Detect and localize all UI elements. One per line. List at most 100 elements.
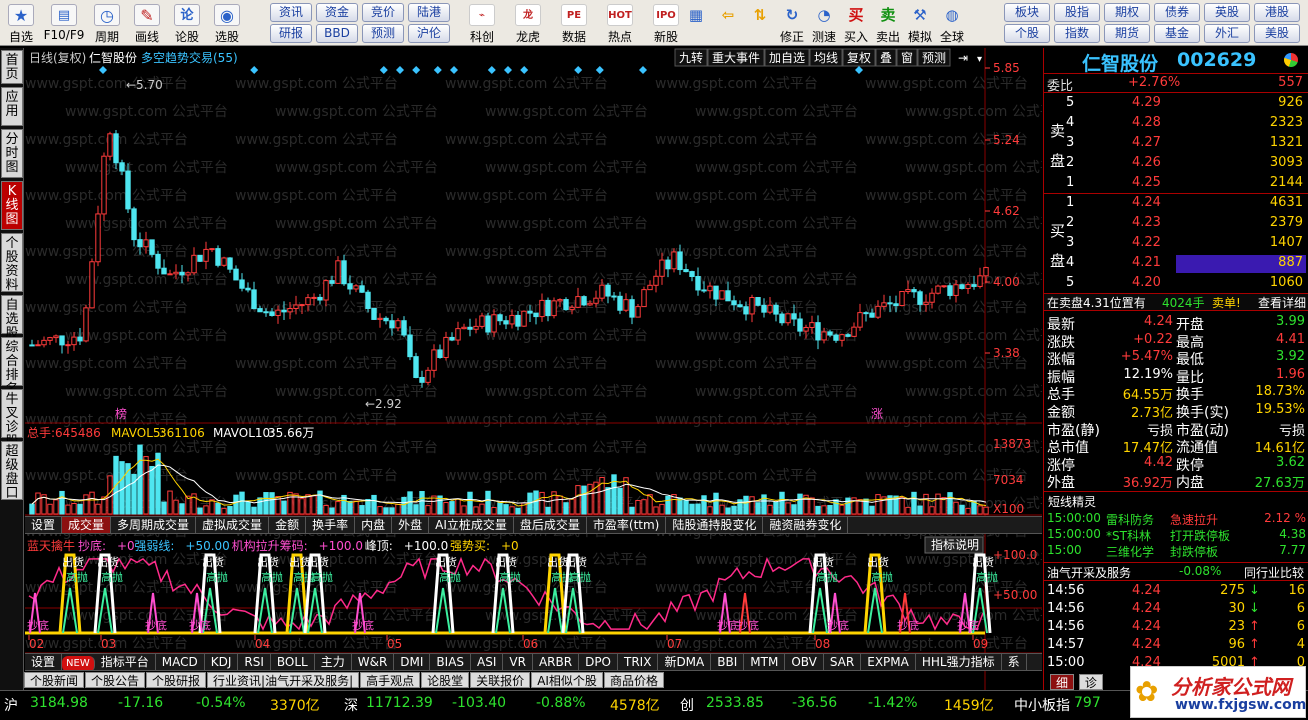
ind-tab-14[interactable]: DPO [579, 654, 618, 670]
book-price[interactable]: 4.25 [1132, 175, 1161, 190]
market-button-9[interactable]: 基金 [1154, 24, 1200, 43]
toolbar-fix-button[interactable]: ↻ 修正 [776, 2, 808, 44]
market-button-2[interactable]: 期权 [1104, 3, 1150, 22]
toolbar-sell-button[interactable]: 卖卖出 [872, 2, 904, 44]
news-tab-7[interactable]: AI相似个股 [531, 672, 603, 688]
book-price[interactable]: 4.29 [1132, 95, 1161, 110]
ind-tab-3[interactable]: MACD [156, 654, 205, 670]
vol-tab-12[interactable]: 融资融券变化 [763, 517, 849, 533]
toolbar-kechuang-button[interactable]: ⌁ 科创 [462, 2, 502, 44]
quick-button-7[interactable]: 沪伦 [408, 24, 450, 43]
news-tab-1[interactable]: 个股公告 [85, 672, 146, 688]
ind-tab-2[interactable]: 指标平台 [95, 654, 156, 670]
vol-tab-1[interactable]: 成交量 [62, 517, 112, 533]
ind-tab-22[interactable]: HHL强力指标 [916, 654, 1002, 670]
toolbar-pencil-button[interactable]: ✎ 画线 [128, 2, 166, 44]
toolbar-star-button[interactable]: ★ 自选 [2, 2, 40, 44]
ind-tab-9[interactable]: DMI [394, 654, 431, 670]
book-price[interactable]: 4.24 [1132, 195, 1161, 210]
ind-tab-8[interactable]: W&R [352, 654, 395, 670]
toolbar-talk-button[interactable]: 论论股 [168, 2, 206, 44]
market-button-3[interactable]: 债券 [1154, 3, 1200, 22]
market-button-8[interactable]: 期货 [1104, 24, 1150, 43]
toolbar-f10-button[interactable]: ▤ F10/F9 [42, 2, 86, 44]
news-tab-5[interactable]: 论股堂 [421, 672, 470, 688]
elf-stock[interactable]: *ST科林 [1106, 527, 1151, 544]
nav-item-0[interactable]: 首页 [1, 50, 23, 84]
market-button-7[interactable]: 指数 [1054, 24, 1100, 43]
market-button-11[interactable]: 美股 [1254, 24, 1300, 43]
ind-tab-6[interactable]: BOLL [271, 654, 315, 670]
ind-tab-1[interactable]: NEW [62, 656, 95, 670]
book-price[interactable]: 4.27 [1132, 135, 1161, 150]
news-tab-2[interactable]: 个股研报 [146, 672, 207, 688]
ind-tab-15[interactable]: TRIX [618, 654, 659, 670]
toolbar-data-button[interactable]: PE 数据 [554, 2, 594, 44]
pie-icon[interactable] [1284, 53, 1298, 67]
quick-button-6[interactable]: 预测 [362, 24, 404, 43]
vol-tab-7[interactable]: 外盘 [392, 517, 430, 533]
nav-item-3[interactable]: K线图 [1, 181, 23, 230]
book-price[interactable]: 4.23 [1132, 215, 1161, 230]
ind-tab-19[interactable]: OBV [785, 654, 824, 670]
vol-tab-3[interactable]: 虚拟成交量 [196, 517, 270, 533]
nav-item-2[interactable]: 分时图 [1, 129, 23, 178]
toolbar-buy-button[interactable]: 买买入 [840, 2, 872, 44]
vol-tab-9[interactable]: 盘后成交量 [514, 517, 587, 533]
quick-button-4[interactable]: 研报 [270, 24, 312, 43]
news-tab-0[interactable]: 个股新闻 [24, 672, 85, 688]
ind-tab-13[interactable]: ARBR [533, 654, 580, 670]
ind-tab-16[interactable]: 新DMA [658, 654, 712, 670]
toolbar-back-arrow-button[interactable]: ⇦ [712, 2, 744, 44]
nav-item-4[interactable]: 个股资料 [1, 233, 23, 293]
elf-stock[interactable]: 三维化学 [1106, 543, 1154, 560]
quick-button-3[interactable]: 陆港 [408, 3, 450, 22]
nav-item-1[interactable]: 应用 [1, 87, 23, 126]
vol-tab-11[interactable]: 陆股通持股变化 [666, 517, 764, 533]
tab-diagnose[interactable]: 诊 [1078, 674, 1103, 690]
news-tab-6[interactable]: 关联报价 [470, 672, 531, 688]
ind-tab-0[interactable]: 设置 [25, 654, 63, 670]
vol-tab-10[interactable]: 市盈率(ttm) [587, 517, 667, 533]
quick-button-0[interactable]: 资讯 [270, 3, 312, 22]
vol-tab-2[interactable]: 多周期成交量 [111, 517, 197, 533]
ind-tab-23[interactable]: 系 [1002, 654, 1027, 670]
book-price[interactable]: 4.26 [1132, 155, 1161, 170]
quick-button-5[interactable]: BBD [316, 24, 358, 43]
market-button-1[interactable]: 股指 [1054, 3, 1100, 22]
market-button-4[interactable]: 英股 [1204, 3, 1250, 22]
ind-tab-18[interactable]: MTM [744, 654, 786, 670]
ind-tab-11[interactable]: ASI [471, 654, 504, 670]
toolbar-hot-button[interactable]: HOT 热点 [600, 2, 640, 44]
nav-item-8[interactable]: 超级盘口 [1, 441, 23, 501]
toolbar-clock-button[interactable]: ◷ 周期 [88, 2, 126, 44]
toolbar-windows-button[interactable]: ▦ [680, 2, 712, 44]
ind-tab-5[interactable]: RSI [238, 654, 271, 670]
industry-compare-button[interactable]: 同行业比较 [1244, 564, 1304, 581]
market-button-5[interactable]: 港股 [1254, 3, 1300, 22]
ind-tab-20[interactable]: SAR [824, 654, 862, 670]
vol-tab-4[interactable]: 金额 [269, 517, 307, 533]
news-tab-3[interactable]: 行业资讯|油气开采及服务| [207, 672, 360, 688]
toolbar-hammer-button[interactable]: ⚒ 模拟 [904, 2, 936, 44]
ind-tab-12[interactable]: VR [503, 654, 533, 670]
pin-icon[interactable]: ⇥ [958, 51, 968, 65]
book-price[interactable]: 4.22 [1132, 235, 1161, 250]
toolbar-speed-button[interactable]: ◔ 测速 [808, 2, 840, 44]
ind-tab-7[interactable]: 主力 [315, 654, 352, 670]
market-button-10[interactable]: 外汇 [1204, 24, 1250, 43]
vol-tab-6[interactable]: 内盘 [355, 517, 393, 533]
vol-tab-8[interactable]: AI立桩成交量 [429, 517, 514, 533]
nav-item-5[interactable]: 自选股 [1, 295, 23, 341]
quick-button-2[interactable]: 竞价 [362, 3, 404, 22]
nav-item-7[interactable]: 牛叉诊股 [1, 389, 23, 449]
ind-tab-10[interactable]: BIAS [430, 654, 472, 670]
ind-tab-17[interactable]: BBI [711, 654, 745, 670]
toolbar-up-down-arrow-button[interactable]: ⇅ [744, 2, 776, 44]
chart-canvas[interactable]: www.gspt.com 公式平台 www.gspt.com 公式平台 www.gs… [25, 48, 1068, 690]
nav-item-6[interactable]: 综合排名 [1, 337, 23, 397]
order-more-link[interactable]: 查看详细 [1258, 294, 1306, 311]
book-price[interactable]: 4.21 [1132, 255, 1161, 270]
ind-tab-21[interactable]: EXPMA [861, 654, 916, 670]
news-tab-4[interactable]: 高手观点 [360, 672, 421, 688]
